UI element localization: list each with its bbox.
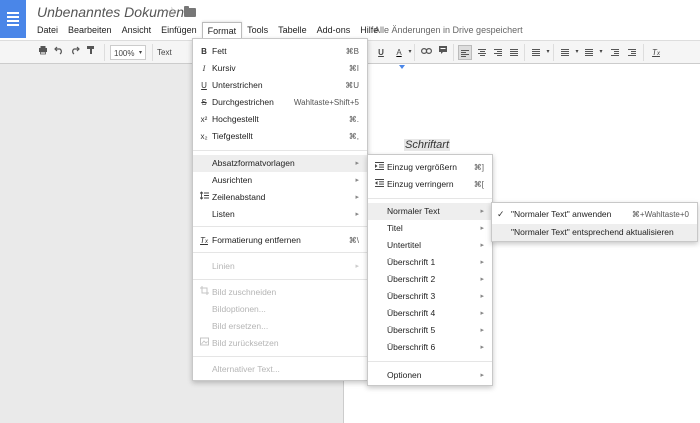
italic-icon: I: [202, 64, 206, 73]
style-select[interactable]: Text: [157, 45, 183, 60]
print-icon[interactable]: [36, 45, 50, 60]
normal-text-submenu: ✓ "Normaler Text" anwenden ⌘+Wahltaste+0…: [491, 202, 698, 242]
menu-item-bild-ersetzen: Bild ersetzen...: [212, 321, 269, 331]
submenu-arrow-icon: ▸: [480, 259, 484, 266]
submenu-arrow-icon: ▸: [480, 208, 484, 215]
submenu-arrow-icon: ▸: [480, 344, 484, 351]
increase-indent-icon: [374, 159, 384, 176]
selected-text[interactable]: Schriftart: [404, 139, 451, 151]
app-header: Unbenanntes Dokument ☆ Datei Bearbeiten …: [0, 0, 700, 38]
redo-icon[interactable]: [68, 45, 82, 60]
menu-addons[interactable]: Add-ons: [312, 22, 356, 38]
save-status: Alle Änderungen in Drive gespeichert: [374, 25, 523, 35]
menu-format[interactable]: Format: [201, 22, 243, 38]
bold-icon: B: [201, 47, 207, 56]
menu-item-ueberschrift-6[interactable]: Überschrift 6 ▸: [368, 339, 492, 356]
menu-item-titel[interactable]: Titel ▸: [368, 220, 492, 237]
menu-item-absatzformatvorlagen[interactable]: Absatzformatvorlagen ▸: [193, 155, 367, 172]
menu-item-normaler-text[interactable]: Normaler Text ▸: [368, 203, 492, 220]
folder-icon[interactable]: [184, 6, 196, 17]
submenu-arrow-icon: ▸: [355, 160, 359, 167]
star-icon[interactable]: ☆: [166, 4, 178, 20]
paragraph-styles-submenu: Einzug vergrößern ⌘] Einzug verringern ⌘…: [367, 154, 493, 386]
align-left-icon[interactable]: [458, 45, 472, 60]
menu-item-durchgestrichen[interactable]: S Durchgestrichen Wahltaste+Shift+5: [193, 94, 367, 111]
menu-item-bild-zuschneiden: Bild zuschneiden: [193, 284, 367, 301]
clear-formatting-icon[interactable]: Tx: [649, 45, 663, 60]
docs-logo-icon[interactable]: [0, 0, 26, 38]
superscript-icon: x²: [200, 115, 208, 124]
menu-item-zeilenabstand[interactable]: Zeilenabstand ▸: [193, 189, 367, 206]
underline-icon: U: [201, 81, 207, 90]
menu-item-ueberschrift-2[interactable]: Überschrift 2 ▸: [368, 271, 492, 288]
submenu-arrow-icon: ▸: [480, 225, 484, 232]
checkmark-icon: ✓: [497, 209, 505, 219]
menu-item-fett[interactable]: B Fett ⌘B: [193, 43, 367, 60]
clear-formatting-icon: Tx: [200, 236, 208, 245]
menu-item-bild-zuruecksetzen: Bild zurücksetzen: [193, 335, 367, 352]
menu-item-linien: Linien ▸: [193, 258, 367, 275]
submenu-arrow-icon: ▸: [480, 327, 484, 334]
submenu-arrow-icon: ▸: [480, 293, 484, 300]
comment-icon[interactable]: [436, 45, 450, 60]
zoom-select[interactable]: 100% ▾: [110, 45, 146, 60]
menu-item-untertitel[interactable]: Untertitel ▸: [368, 237, 492, 254]
indent-marker-icon[interactable]: [399, 65, 405, 69]
menu-item-bildoptionen: Bildoptionen...: [212, 304, 266, 314]
increase-indent-icon[interactable]: [625, 45, 639, 60]
crop-icon: [199, 284, 209, 301]
menu-item-unterstrichen[interactable]: U Unterstrichen ⌘U: [193, 77, 367, 94]
menu-item-einzug-verringern[interactable]: Einzug verringern ⌘[: [368, 176, 492, 193]
reset-image-icon: [199, 335, 209, 352]
menu-item-ueberschrift-5[interactable]: Überschrift 5 ▸: [368, 322, 492, 339]
menubar: Datei Bearbeiten Ansicht Einfügen Format…: [32, 22, 383, 38]
menu-item-alternativer-text: Alternativer Text...: [212, 364, 280, 374]
menu-item-normaler-text-anwenden[interactable]: ✓ "Normaler Text" anwenden ⌘+Wahltaste+0: [492, 206, 697, 223]
strikethrough-icon: S: [201, 98, 207, 107]
link-icon[interactable]: [419, 45, 433, 60]
submenu-arrow-icon: ▸: [480, 242, 484, 249]
submenu-arrow-icon: ▸: [355, 211, 359, 218]
menu-einfuegen[interactable]: Einfügen: [156, 22, 202, 38]
ruler[interactable]: [343, 64, 700, 72]
menu-item-hochgestellt[interactable]: x² Hochgestellt ⌘.: [193, 111, 367, 128]
submenu-arrow-icon: ▸: [480, 372, 484, 379]
submenu-arrow-icon: ▸: [355, 177, 359, 184]
line-spacing-icon: [199, 189, 209, 206]
menu-item-optionen[interactable]: Optionen ▸: [368, 367, 492, 384]
menu-item-ueberschrift-1[interactable]: Überschrift 1 ▸: [368, 254, 492, 271]
menu-item-formatierung-entfernen[interactable]: Tx Formatierung entfernen ⌘\: [193, 232, 367, 249]
menu-item-kursiv[interactable]: I Kursiv ⌘I: [193, 60, 367, 77]
paint-format-icon[interactable]: [84, 45, 98, 60]
format-menu: B Fett ⌘B I Kursiv ⌘I U Unterstrichen ⌘U…: [192, 38, 368, 381]
menu-item-ueberschrift-4[interactable]: Überschrift 4 ▸: [368, 305, 492, 322]
subscript-icon: x₂: [200, 132, 208, 141]
submenu-arrow-icon: ▸: [355, 194, 359, 201]
menu-ansicht[interactable]: Ansicht: [117, 22, 157, 38]
menu-item-tiefgestellt[interactable]: x₂ Tiefgestellt ⌘,: [193, 128, 367, 145]
decrease-indent-icon: [374, 176, 384, 193]
decrease-indent-icon[interactable]: [608, 45, 622, 60]
undo-icon[interactable]: [52, 45, 66, 60]
menu-item-ausrichten[interactable]: Ausrichten ▸: [193, 172, 367, 189]
menu-item-listen[interactable]: Listen ▸: [193, 206, 367, 223]
menu-item-ueberschrift-3[interactable]: Überschrift 3 ▸: [368, 288, 492, 305]
menu-tools[interactable]: Tools: [242, 22, 273, 38]
align-right-icon[interactable]: [491, 45, 505, 60]
menu-item-einzug-vergroessern[interactable]: Einzug vergrößern ⌘]: [368, 159, 492, 176]
underline-icon[interactable]: U: [374, 45, 388, 60]
menu-datei[interactable]: Datei: [32, 22, 63, 38]
submenu-arrow-icon: ▸: [480, 310, 484, 317]
align-center-icon[interactable]: [475, 45, 489, 60]
menu-bearbeiten[interactable]: Bearbeiten: [63, 22, 117, 38]
align-justify-icon[interactable]: [507, 45, 521, 60]
menu-tabelle[interactable]: Tabelle: [273, 22, 312, 38]
submenu-arrow-icon: ▸: [355, 263, 359, 270]
submenu-arrow-icon: ▸: [480, 276, 484, 283]
menu-item-normaler-text-aktualisieren[interactable]: "Normaler Text" entsprechend aktualisier…: [492, 224, 697, 241]
bulleted-list-dropdown-icon[interactable]: ▾: [594, 45, 608, 60]
